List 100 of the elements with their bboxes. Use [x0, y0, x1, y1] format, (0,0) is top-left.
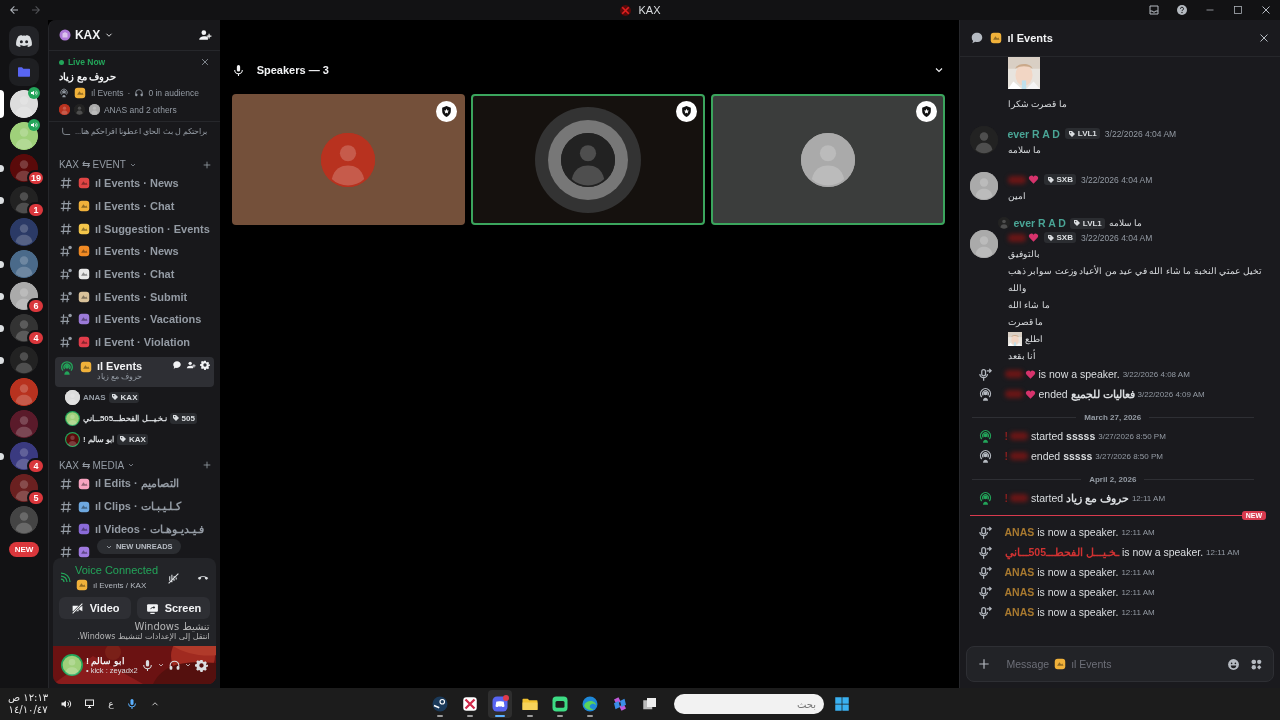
server-icon[interactable]: [9, 474, 38, 502]
inbox-icon[interactable]: [1148, 4, 1160, 16]
avatar: [800, 132, 855, 187]
channel-hash-icon: [58, 335, 73, 350]
live-status: Live Now: [67, 57, 106, 67]
channel-item[interactable]: ıl Clips · كـلـيـبـات: [54, 495, 214, 518]
volume-icon[interactable]: [60, 698, 73, 710]
channel-item[interactable]: ıl Events · Submit: [54, 285, 214, 309]
emoji-icon: [76, 289, 91, 304]
server-folder[interactable]: [8, 58, 39, 86]
help-icon[interactable]: [1176, 4, 1188, 16]
system-message: ended sssss: [1031, 450, 1093, 462]
server-icon[interactable]: [9, 442, 38, 470]
network-icon[interactable]: [84, 698, 97, 710]
activation-title: تنشيط Windows: [134, 621, 210, 632]
channel-item[interactable]: ıl Videos · فـيـديـوهـات: [54, 517, 214, 541]
emoji-picker-icon[interactable]: [1227, 657, 1240, 671]
assistant-icon: [611, 695, 629, 713]
system-message: is now a speaker.: [1037, 606, 1119, 618]
emoji-icon: [76, 312, 91, 327]
chat-logo-icon: [14, 32, 33, 50]
channel-hash-icon: [58, 522, 73, 537]
server-icon[interactable]: [9, 282, 38, 310]
close-icon[interactable]: [1258, 32, 1270, 44]
server-icon[interactable]: [9, 122, 38, 150]
caret-icon[interactable]: [156, 661, 165, 669]
emoji-icon: [72, 86, 87, 100]
apps-icon[interactable]: [1250, 657, 1263, 671]
search-field[interactable]: بحث: [674, 694, 824, 714]
server-emblem-icon: [58, 29, 71, 41]
channel-item[interactable]: ıl Events · Vacations: [54, 308, 214, 331]
date-divider: March 27, 2026: [1084, 412, 1142, 422]
badge-icon: [1046, 175, 1055, 184]
system-message: is now a speaker.: [1037, 526, 1119, 538]
voice-channel: ıl Events / KAX: [92, 580, 147, 590]
invite-icon[interactable]: [197, 28, 212, 42]
speaker-mic-icon: [977, 564, 993, 580]
live-dot: [58, 59, 64, 65]
screen-share-button[interactable]: Screen: [137, 597, 210, 619]
channel-item[interactable]: ıl Suggestion · Events: [54, 217, 214, 241]
author-name: ever R A D: [1013, 217, 1066, 229]
taskbar-app[interactable]: [488, 690, 512, 718]
avatar: [561, 132, 616, 187]
home-button[interactable]: [8, 26, 39, 56]
emoji-icon: [76, 499, 91, 514]
role-badge: LVL1: [1069, 217, 1105, 229]
caret-icon[interactable]: [183, 661, 192, 669]
channel-hash-icon: [58, 267, 73, 282]
timestamp: 3/27/2026 8:50 PM: [1098, 431, 1166, 441]
close-icon[interactable]: [199, 57, 210, 67]
folder-icon: [15, 64, 32, 80]
server-icon[interactable]: [9, 90, 38, 118]
avatar: [58, 104, 70, 115]
emoji-icon: [76, 244, 91, 259]
channel-item[interactable]: ıl Edits · التصاميم: [54, 472, 214, 496]
stage-icon: [977, 386, 993, 402]
add-channel-icon[interactable]: [201, 159, 212, 170]
video-button[interactable]: Video: [58, 597, 132, 619]
settings-icon[interactable]: [194, 658, 208, 672]
timestamp: 12:11 AM: [1206, 547, 1240, 557]
date-divider: April 2, 2026: [1089, 474, 1137, 484]
microphone-icon[interactable]: [125, 698, 138, 710]
avatar: [969, 172, 998, 200]
user-avatar: [60, 654, 83, 676]
system-message: is now a speaker.: [1038, 368, 1120, 380]
invite-icon[interactable]: [185, 359, 196, 370]
stage-icon: [58, 359, 75, 376]
role-badge: SXB: [1043, 232, 1076, 243]
channel-item[interactable]: ıl Events · Chat: [54, 194, 214, 218]
add-channel-icon[interactable]: [201, 460, 212, 470]
thread-line-icon: [60, 127, 71, 137]
channel-item[interactable]: ıl Events · News: [54, 172, 214, 195]
timestamp: 12:11 AM: [1121, 527, 1155, 537]
speaker-tile[interactable]: [710, 94, 945, 225]
maximize-icon[interactable]: [1232, 4, 1244, 16]
channel-item[interactable]: ıl Events · News: [54, 240, 214, 263]
chat-icon[interactable]: [171, 359, 182, 370]
author-name: ANAS: [1004, 606, 1035, 618]
headphones-icon[interactable]: [167, 658, 181, 672]
settings-icon[interactable]: [199, 359, 210, 370]
microphone-icon[interactable]: [140, 658, 154, 672]
back-arrow-icon[interactable]: [8, 4, 20, 16]
message-text: ما شاء الله: [1007, 299, 1050, 310]
category-name: KAX ⇆ MEDIA: [58, 459, 125, 471]
add-attachment-icon[interactable]: [976, 657, 991, 671]
noise-suppression-icon[interactable]: [166, 571, 180, 585]
message-text: والله: [1007, 282, 1026, 293]
speaker-tile[interactable]: [231, 94, 466, 225]
server-icon[interactable]: [9, 314, 38, 342]
close-icon[interactable]: [1260, 4, 1272, 16]
emoji-icon: [76, 476, 91, 491]
speaker-mic-icon: [977, 584, 993, 600]
clock-time: ١٢:١٣ ص: [8, 692, 49, 704]
timestamp: 3/22/2026 4:04 AM: [1080, 174, 1153, 185]
channel-item[interactable]: ıl Event · Violation: [54, 330, 214, 354]
author-name: ANAS: [1004, 566, 1035, 578]
channel-item[interactable]: ıl Events · Chat: [54, 262, 214, 286]
speaker-tile[interactable]: [471, 94, 705, 225]
speaker-mic-icon: [977, 366, 993, 382]
timestamp: 3/22/2026 4:04 AM: [1104, 128, 1177, 139]
